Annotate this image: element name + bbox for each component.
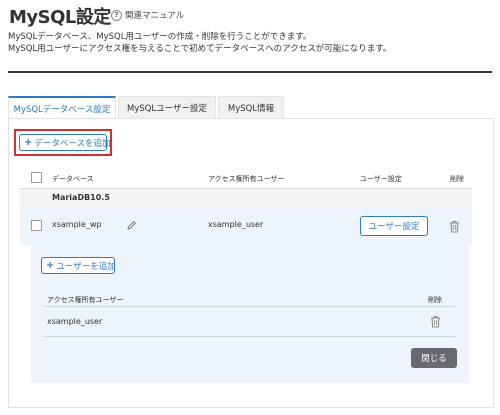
user-settings-button[interactable]: ユーザー設定 xyxy=(360,216,428,236)
manual-link[interactable]: ? 関連マニュアル xyxy=(111,9,184,21)
plus-icon: + xyxy=(24,136,33,148)
column-database: データベース xyxy=(52,175,94,183)
column-delete: 削除 xyxy=(428,296,442,304)
add-user-label: ユーザーを追加 xyxy=(56,261,116,272)
add-database-label: データベースを追加 xyxy=(34,138,111,149)
user-name: xsample_user xyxy=(47,317,103,326)
description-line-1: MySQLデータベース、MySQL用ユーザーの作成・削除を行うことができます。 xyxy=(8,32,312,42)
column-access-users: アクセス権所有ユーザー xyxy=(47,296,124,304)
close-button[interactable]: 閉じる xyxy=(411,348,457,368)
question-circle-icon: ? xyxy=(111,9,122,21)
tab-mysql-database-settings[interactable]: MySQLデータベース設定 xyxy=(8,96,116,119)
manual-link-label: 関連マニュアル xyxy=(125,11,185,21)
tab-bar: MySQLデータベース設定 MySQLユーザー設定 MySQL情報 xyxy=(8,96,286,119)
plus-icon: + xyxy=(46,259,55,271)
column-user-settings: ユーザー設定 xyxy=(360,175,402,183)
table-row: xsample_user xyxy=(43,307,455,337)
db-version-group: MariaDB10.5 xyxy=(20,189,472,207)
tab-mysql-user-settings[interactable]: MySQLユーザー設定 xyxy=(118,96,216,118)
page-description: MySQLデータベース、MySQL用ユーザーの作成・削除を行うことができます。 … xyxy=(8,31,391,55)
description-line-2: MySQL用ユーザーにアクセス権を与えることで初めてデータベースへのアクセスが可… xyxy=(8,44,392,54)
pencil-icon[interactable] xyxy=(127,220,137,230)
page-title: MySQL設定 xyxy=(9,7,111,28)
user-table-header: アクセス権所有ユーザー 削除 xyxy=(43,293,455,307)
add-database-button[interactable]: + データベースを追加 xyxy=(19,134,111,151)
column-access-users: アクセス権所有ユーザー xyxy=(208,175,285,183)
header-divider xyxy=(8,71,492,73)
database-name: xsample_wp xyxy=(52,220,102,229)
row-checkbox[interactable] xyxy=(31,220,42,231)
trash-icon[interactable] xyxy=(449,220,460,233)
column-delete: 削除 xyxy=(450,175,464,183)
table-row: xsample_wp xsample_user ユーザー設定 xyxy=(20,207,472,245)
add-user-button[interactable]: + ユーザーを追加 xyxy=(41,257,116,274)
select-all-checkbox[interactable] xyxy=(31,172,42,183)
access-user-name: xsample_user xyxy=(208,220,264,229)
database-table-header: データベース アクセス権所有ユーザー ユーザー設定 削除 xyxy=(20,167,472,189)
tab-mysql-info[interactable]: MySQL情報 xyxy=(218,96,284,118)
trash-icon[interactable] xyxy=(430,315,441,328)
user-access-panel: + ユーザーを追加 アクセス権所有ユーザー 削除 xsample_user 閉じ… xyxy=(31,245,469,383)
db-version-label: MariaDB10.5 xyxy=(52,193,110,202)
